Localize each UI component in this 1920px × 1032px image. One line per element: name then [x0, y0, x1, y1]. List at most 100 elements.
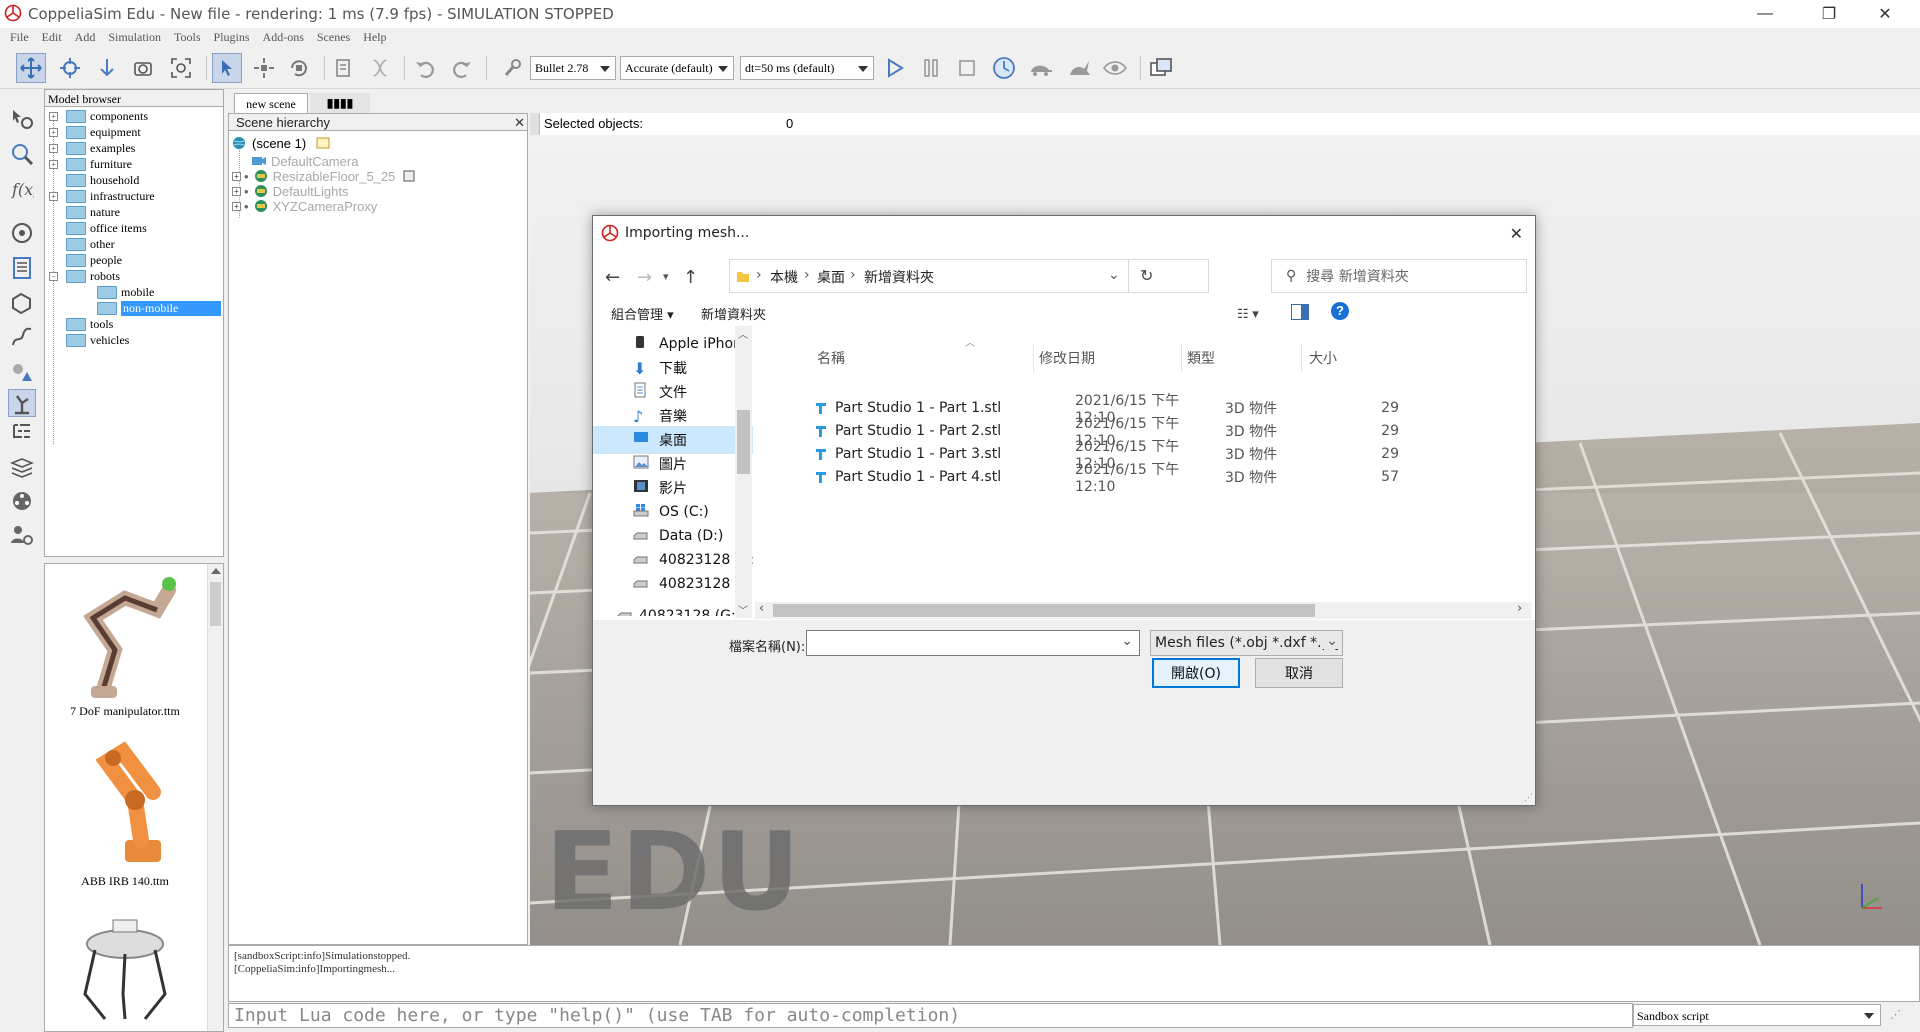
column-type[interactable]: 類型	[1187, 345, 1215, 371]
user-settings-button[interactable]	[8, 521, 36, 549]
scroll-thumb[interactable]	[210, 582, 221, 626]
object-properties-button[interactable]	[8, 105, 36, 133]
resize-grip-icon[interactable]: ⋰	[1524, 792, 1533, 803]
expand-icon[interactable]: +	[49, 159, 58, 169]
object-shift-button[interactable]	[249, 53, 279, 83]
undo-button[interactable]	[410, 53, 440, 83]
video-recorder-button[interactable]	[8, 487, 36, 515]
scroll-thumb[interactable]	[773, 604, 1315, 617]
new-folder-button[interactable]: 新增資料夾	[701, 304, 766, 323]
assemble-button[interactable]	[330, 53, 360, 83]
forward-arrow-icon[interactable]: →	[637, 267, 652, 288]
breadcrumb-item[interactable]: 新增資料夾	[864, 267, 934, 287]
file-type-filter[interactable]: Mesh files (*.obj *.dxf *.ply *.st ⌄	[1150, 630, 1343, 656]
menu-add[interactable]: Add	[75, 30, 96, 45]
files-horizontal-scrollbar[interactable]: ‹ ›	[755, 601, 1531, 619]
organize-menu[interactable]: 組合管理 ▾	[611, 304, 674, 323]
tab-new-scene[interactable]: new scene	[234, 93, 308, 113]
camera-angle-button[interactable]	[128, 53, 158, 83]
help-icon[interactable]: ?	[1331, 302, 1349, 320]
camera-pan-button[interactable]	[16, 53, 46, 83]
script-selector[interactable]: Sandbox script	[1633, 1004, 1881, 1026]
tree-item-vehicles[interactable]: vehicles	[66, 332, 129, 348]
menu-plugins[interactable]: Plugins	[214, 30, 250, 45]
navigation-scrollbar[interactable]: ︿ ﹀	[735, 326, 752, 618]
nav-item-drive-g2[interactable]: 40823128 (G:)	[617, 602, 753, 616]
tree-item-office-items[interactable]: office items	[66, 220, 147, 236]
click-select-button[interactable]	[212, 53, 242, 83]
camera-shift-button[interactable]	[92, 53, 122, 83]
scripts-button[interactable]	[8, 254, 36, 282]
model-thumbnail-delta[interactable]	[45, 914, 205, 1028]
menu-addons[interactable]: Add-ons	[263, 30, 304, 45]
start-simulation-button[interactable]	[880, 53, 910, 83]
tree-item-tools[interactable]: tools	[66, 316, 113, 332]
menu-tools[interactable]: Tools	[174, 30, 201, 45]
view-options-icon[interactable]: ☷ ▾	[1237, 306, 1259, 322]
timestep-select[interactable]: dt=50 ms (default)	[740, 56, 874, 80]
address-bar[interactable]: › 本機 › 桌面 › 新增資料夾 ⌄ ↻	[729, 259, 1209, 293]
dialog-close-button[interactable]: ✕	[1510, 224, 1523, 243]
redo-button[interactable]	[447, 53, 477, 83]
resize-grip-icon[interactable]: ⋰	[1890, 1008, 1901, 1021]
physics-engine-select[interactable]: Bullet 2.78	[530, 56, 616, 80]
stop-simulation-button[interactable]	[952, 53, 982, 83]
column-date[interactable]: 修改日期	[1039, 345, 1095, 371]
scroll-down-icon[interactable]: ﹀	[738, 602, 748, 617]
filename-input[interactable]: ⌄	[806, 630, 1140, 656]
scroll-up-icon[interactable]	[211, 568, 221, 574]
tree-item-other[interactable]: other	[66, 236, 115, 252]
refresh-icon[interactable]: ↻	[1140, 266, 1153, 285]
recent-locations-icon[interactable]: ▾	[663, 270, 669, 283]
tree-item-equipment[interactable]: + equipment	[49, 124, 141, 140]
tree-item-robots[interactable]: − robots	[49, 268, 120, 284]
expand-icon[interactable]: +	[49, 127, 58, 137]
hierarchy-item-camera-proxy[interactable]: + • XYZCameraProxy	[232, 197, 377, 215]
thumbnails-scrollbar[interactable]	[207, 564, 223, 1031]
collapse-icon[interactable]: −	[49, 271, 58, 281]
tree-item-furniture[interactable]: + furniture	[49, 156, 132, 172]
scroll-right-icon[interactable]: ›	[1517, 601, 1522, 616]
menu-simulation[interactable]: Simulation	[108, 30, 161, 45]
up-arrow-icon[interactable]: ↑	[683, 267, 698, 288]
pause-simulation-button[interactable]	[916, 53, 946, 83]
model-thumbnail-7dof[interactable]: 7 DoF manipulator.ttm	[45, 570, 205, 719]
menu-file[interactable]: File	[10, 30, 29, 45]
expand-icon[interactable]: +	[49, 111, 58, 121]
breadcrumb-item[interactable]: 桌面	[817, 267, 845, 287]
math-functions-button[interactable]: f(x)	[8, 175, 36, 203]
scroll-thumb[interactable]	[737, 410, 750, 474]
menu-scenes[interactable]: Scenes	[317, 30, 350, 45]
shape-edit-button[interactable]	[8, 289, 36, 317]
minimize-button[interactable]: —	[1742, 0, 1788, 28]
scroll-up-icon[interactable]: ︿	[738, 326, 748, 341]
collections-button[interactable]	[8, 219, 36, 247]
tree-item-infrastructure[interactable]: + infrastructure	[49, 188, 155, 204]
tree-item-people[interactable]: people	[66, 252, 122, 268]
column-name[interactable]: 名稱	[817, 345, 845, 371]
model-thumbnail-abb-irb140[interactable]: ABB IRB 140.ttm	[45, 740, 205, 889]
scroll-left-icon[interactable]: ‹	[759, 601, 764, 616]
tree-item-mobile[interactable]: mobile	[97, 284, 154, 300]
accuracy-select[interactable]: Accurate (default)	[620, 56, 734, 80]
close-button[interactable]: ✕	[1862, 0, 1908, 28]
tab-other-scene[interactable]: ▮▮▮▮	[310, 93, 370, 113]
faster-button[interactable]	[1064, 53, 1094, 83]
lua-command-input[interactable]: Input Lua code here, or type "help()" (u…	[228, 1003, 1633, 1028]
dynamics-toggle-button[interactable]	[498, 53, 528, 83]
expand-icon[interactable]: +	[49, 143, 58, 153]
tree-item-household[interactable]: household	[66, 172, 139, 188]
tree-item-non-mobile[interactable]: non-mobile	[97, 300, 223, 316]
tree-item-examples[interactable]: + examples	[49, 140, 135, 156]
column-size[interactable]: 大小	[1309, 345, 1337, 371]
path-edit-button[interactable]	[8, 323, 36, 351]
cancel-button[interactable]: 取消	[1255, 658, 1343, 688]
chevron-down-icon[interactable]: ⌄	[1121, 633, 1133, 649]
menu-edit[interactable]: Edit	[42, 30, 62, 45]
camera-rotate-button[interactable]	[55, 53, 85, 83]
tree-item-nature[interactable]: nature	[66, 204, 120, 220]
object-rotate-button[interactable]	[284, 53, 314, 83]
fit-to-view-button[interactable]	[166, 53, 196, 83]
layers-button[interactable]	[8, 453, 36, 481]
scene-root[interactable]: (scene 1)	[232, 134, 330, 152]
